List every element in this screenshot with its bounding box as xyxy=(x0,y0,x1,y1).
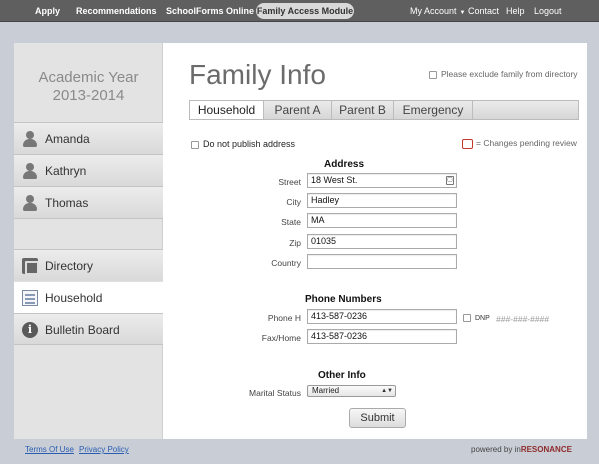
city-field[interactable]: Hadley xyxy=(307,193,457,208)
nav-contact[interactable]: Contact xyxy=(468,0,499,22)
tab-household[interactable]: Household xyxy=(190,101,264,119)
content-panel: Academic Year 2013-2014 Amanda Kathryn T… xyxy=(14,43,587,439)
do-not-publish-address[interactable]: Do not publish address xyxy=(191,139,295,149)
phone-home-label: Phone H xyxy=(267,313,301,323)
sidebar-item-household[interactable]: Household xyxy=(14,281,163,313)
sidebar-item-label: Kathryn xyxy=(45,164,87,178)
city-label: City xyxy=(286,197,301,207)
academic-year-value: 2013-2014 xyxy=(52,87,125,104)
sidebar-item-label: Amanda xyxy=(45,132,90,146)
nav-logout[interactable]: Logout xyxy=(534,0,562,22)
brand-name: RESONANCE xyxy=(520,445,572,454)
street-field[interactable]: 18 West St. ▢ xyxy=(307,173,457,188)
fax-home-label: Fax/Home xyxy=(261,333,301,343)
chevron-down-icon: ▼ xyxy=(459,10,466,16)
my-account-label: My Account xyxy=(410,6,457,16)
nav-recommendations[interactable]: Recommendations xyxy=(76,0,157,22)
pending-legend-label: = Changes pending review xyxy=(476,138,577,148)
sidebar-item-bulletin-board[interactable]: i Bulletin Board xyxy=(14,313,163,345)
state-field[interactable]: MA xyxy=(307,213,457,228)
do-not-publish-checkbox[interactable] xyxy=(191,140,199,149)
sidebar-item-kathryn[interactable]: Kathryn xyxy=(14,154,163,186)
pending-indicator-icon xyxy=(462,138,473,149)
directory-icon xyxy=(22,258,39,275)
household-icon xyxy=(22,290,38,306)
select-arrows-icon: ▲▼ xyxy=(381,388,393,394)
sidebar-item-label: Household xyxy=(45,291,103,305)
person-icon xyxy=(22,131,38,147)
tab-parent-b[interactable]: Parent B xyxy=(332,101,394,119)
dnp-label: DNP xyxy=(475,314,490,322)
powered-by: powered by inRESONANCE xyxy=(471,445,572,454)
phone-format-hint: ###-###-#### xyxy=(496,314,549,324)
academic-year-label: Academic Year xyxy=(38,69,139,86)
country-label: Country xyxy=(271,258,301,268)
nav-help[interactable]: Help xyxy=(506,0,525,22)
street-value: 18 West St. xyxy=(311,175,358,185)
sidebar-item-thomas[interactable]: Thomas xyxy=(14,186,163,218)
address-heading: Address xyxy=(324,159,365,170)
zip-label: Zip xyxy=(289,238,301,248)
tab-bar: Household Parent A Parent B Emergency xyxy=(189,100,579,120)
tab-emergency[interactable]: Emergency xyxy=(394,101,473,119)
top-nav-bar: Apply Recommendations SchoolForms Online… xyxy=(0,0,599,22)
exclude-checkbox[interactable] xyxy=(429,70,437,79)
submit-button[interactable]: Submit xyxy=(349,408,406,428)
nav-schoolforms-online[interactable]: SchoolForms Online xyxy=(166,0,254,22)
tab-parent-a[interactable]: Parent A xyxy=(264,101,332,119)
dnp-checkbox[interactable] xyxy=(463,314,471,322)
sidebar-item-label: Bulletin Board xyxy=(45,323,120,337)
nav-apply[interactable]: Apply xyxy=(35,0,60,22)
marital-status-select[interactable]: Married ▲▼ xyxy=(307,385,396,397)
phone-home-field[interactable]: 413-587-0236 xyxy=(307,309,457,324)
fax-home-field[interactable]: 413-587-0236 xyxy=(307,329,457,344)
street-label: Street xyxy=(278,177,301,187)
sidebar-item-amanda[interactable]: Amanda xyxy=(14,122,163,154)
footer: Terms Of Use Privacy Policy powered by i… xyxy=(0,439,599,464)
academic-year: Academic Year 2013-2014 xyxy=(14,69,163,105)
person-icon xyxy=(22,195,38,211)
sidebar-divider xyxy=(14,218,163,219)
zip-field[interactable]: 01035 xyxy=(307,234,457,249)
sidebar-item-directory[interactable]: Directory xyxy=(14,249,163,281)
sidebar-item-label: Directory xyxy=(45,259,94,273)
terms-of-use-link[interactable]: Terms Of Use xyxy=(25,445,74,454)
privacy-policy-link[interactable]: Privacy Policy xyxy=(79,445,129,454)
nav-family-access-module[interactable]: Family Access Module xyxy=(256,3,354,19)
country-field[interactable] xyxy=(307,254,457,269)
page-title: Family Info xyxy=(189,59,326,90)
state-label: State xyxy=(281,217,301,227)
expand-icon[interactable]: ▢ xyxy=(446,176,454,185)
person-icon xyxy=(22,163,38,179)
dnp-option[interactable]: DNP xyxy=(463,314,490,322)
marital-status-label: Marital Status xyxy=(249,388,301,398)
sidebar: Academic Year 2013-2014 Amanda Kathryn T… xyxy=(14,43,163,439)
nav-my-account[interactable]: My Account ▼ xyxy=(410,0,465,22)
sidebar-item-label: Thomas xyxy=(45,196,89,210)
info-icon: i xyxy=(22,322,38,338)
exclude-label: Please exclude family from directory xyxy=(441,69,578,79)
exclude-from-directory[interactable]: Please exclude family from directory xyxy=(429,69,578,79)
other-info-heading: Other Info xyxy=(318,370,366,381)
phone-numbers-heading: Phone Numbers xyxy=(305,294,382,305)
pending-legend: = Changes pending review xyxy=(462,138,577,149)
do-not-publish-label: Do not publish address xyxy=(203,139,296,149)
powered-by-prefix: powered by in xyxy=(471,445,521,454)
marital-status-value: Married xyxy=(312,386,340,395)
